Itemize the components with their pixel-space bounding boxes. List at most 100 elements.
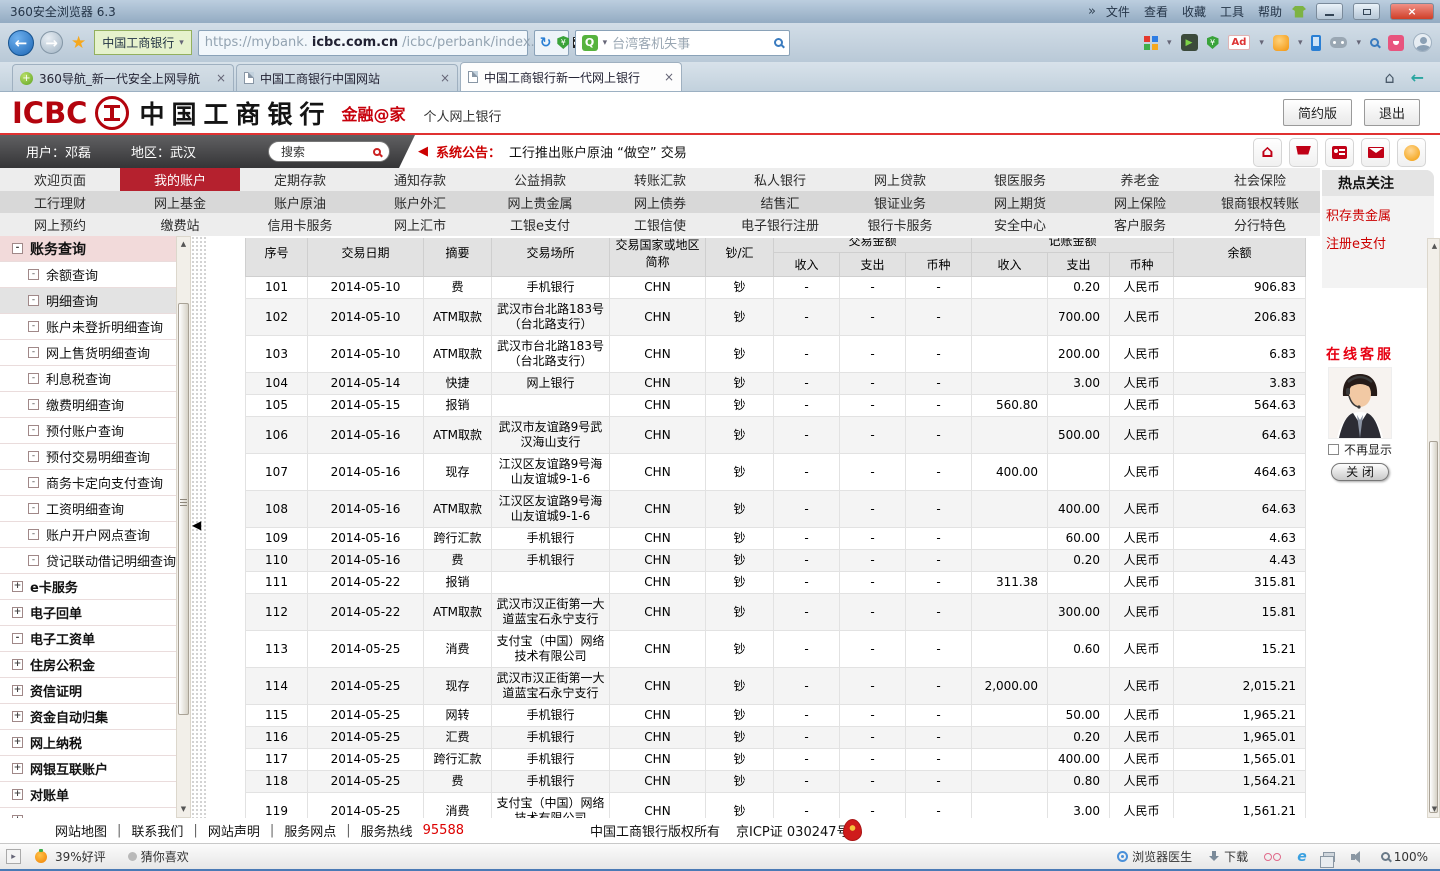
site-rating[interactable]: 39%好评 [35,848,106,865]
transaction-row[interactable]: 102 2014-05-10 ATM取款 武汉市台北路183号（台北路支行） CHN 钞 -… [245,298,1306,336]
browser-tab[interactable]: +360导航_新一代安全上网导航 × [12,64,234,91]
nav-item[interactable]: 网上预约 [0,213,120,236]
expand-icon[interactable]: + [12,763,23,774]
nav-item[interactable]: 账户原油 [240,191,360,213]
expand-icon[interactable]: + [12,685,23,696]
transaction-row[interactable]: 106 2014-05-16 ATM取款 武汉市友谊路9号武汉海山支行 CHN 钞 - - -5… [245,416,1306,454]
skin-icon[interactable] [1292,5,1306,18]
browser-search-box[interactable]: Q ▾ 台湾客机失事 [574,29,790,56]
expand-icon[interactable]: + [12,789,23,800]
nav-item[interactable]: 分行特色 [1200,213,1320,236]
home-button[interactable]: ⌂ [1253,138,1282,167]
zoom-magnifier-icon[interactable] [1370,38,1379,47]
announcement-text[interactable]: 工行推出账户原油 “做空” 交易 [509,142,687,161]
transaction-row[interactable]: 103 2014-05-10 ATM取款 武汉市台北路183号（台北路支行） CHN 钞 -… [245,335,1306,373]
nav-item[interactable]: 养老金 [1080,168,1200,191]
sidebar-item[interactable]: - 缴费明细查询 [0,392,176,418]
download-button[interactable]: 下载 [1208,848,1248,865]
night-mode-icon[interactable] [1264,852,1282,861]
nav-item[interactable]: 网上贵金属 [480,191,600,213]
menubar-item[interactable]: 工具 [1220,3,1244,20]
service-agent-photo[interactable] [1328,367,1392,439]
nav-item[interactable]: 工行理财 [0,191,120,213]
favorites-star-icon[interactable]: ★ [71,33,86,53]
chevron-down-icon[interactable]: ▾ [1356,38,1361,48]
nav-item[interactable]: 我的账户 [120,168,240,191]
gamepad-icon[interactable] [1330,37,1348,48]
refresh-icon[interactable]: ↻ [540,35,552,51]
sidebar-item[interactable]: + 资金自动归集 [0,704,176,730]
scroll-down-icon[interactable]: ▼ [177,803,190,816]
site-search-input[interactable]: 搜索 [268,141,390,162]
forward-button[interactable]: → [40,31,63,54]
menubar-item[interactable]: 文件 [1106,3,1130,20]
service-close-button[interactable]: 关 闭 [1331,463,1389,481]
transaction-row[interactable]: 115 2014-05-25 网转 手机银行 CHN 钞 - - -50.00 人民币 1,965.… [245,704,1306,727]
expand-icon[interactable]: + [12,581,23,592]
browser-tab[interactable]: 中国工商银行中国网站 × [236,64,458,91]
ad-filter-icon[interactable]: Ad [1227,35,1251,50]
transaction-row[interactable]: 113 2014-05-25 消费 支付宝（中国）网络技术有限公司 CHN 钞 - - -0.6… [245,630,1306,668]
collapse-icon[interactable]: - [28,399,39,410]
chevron-down-icon[interactable]: ▾ [1259,38,1264,48]
nav-item[interactable]: 网上基金 [120,191,240,213]
windows-icon[interactable] [1319,851,1335,868]
hotline-number[interactable]: 95588 [423,823,464,838]
scroll-down-icon[interactable]: ▼ [1428,803,1440,816]
sidebar-item[interactable]: - 账户开户网点查询 [0,522,176,548]
collapse-icon[interactable]: - [28,555,39,566]
nav-item[interactable]: 转账汇款 [600,168,720,191]
nav-item[interactable]: 银行卡服务 [840,213,960,236]
footer-link[interactable]: 服务网点 [284,821,336,840]
collapse-icon[interactable]: - [28,425,39,436]
nav-item[interactable]: 通知存款 [360,168,480,191]
chevron-down-icon[interactable]: ▾ [603,38,608,48]
nav-item[interactable]: 银商银权转账 [1200,191,1320,213]
hot-topic-link[interactable]: 积存贵金属 [1326,205,1434,224]
transaction-row[interactable]: 117 2014-05-25 跨行汇款 手机银行 CHN 钞 - - -400.00 人民币 1,5… [245,748,1306,771]
nav-item[interactable]: 缴费站 [120,213,240,236]
scrollbar-thumb[interactable] [178,303,189,715]
collapse-icon[interactable]: - [28,477,39,488]
login-avatar-icon[interactable] [1413,33,1432,52]
transaction-row[interactable]: 104 2014-05-14 快捷 网上银行 CHN 钞 - - -3.00 人民币 3.83 [245,372,1306,395]
transaction-row[interactable]: 101 2014-05-10 费手机银行 CHN 钞 - - -0.20 人民币 906.83 [245,276,1306,299]
expand-icon[interactable]: + [12,737,23,748]
sidebar-item[interactable]: + 对账单 [0,782,176,808]
sidebar-collapse-strip[interactable]: ◀ [191,236,206,818]
collapse-icon[interactable]: - [28,503,39,514]
chevron-down-icon[interactable]: ▾ [1298,38,1303,48]
transaction-row[interactable]: 108 2014-05-16 ATM取款 江汉区友谊路9号海山友谊城9-1-6 CHN 钞… [245,490,1306,528]
dismiss-checkbox[interactable] [1327,444,1339,455]
nav-item[interactable]: 工银e支付 [480,213,600,236]
sidebar-item[interactable]: - 预付交易明细查询 [0,444,176,470]
scroll-up-icon[interactable]: ▲ [1428,240,1440,253]
site-identity-button[interactable]: 中国工商银行 ▾ [94,30,192,55]
logout-button[interactable]: 退出 [1363,99,1420,126]
search-magnifier-icon[interactable] [773,38,783,47]
titlebar[interactable]: 360安全浏览器 6.3 » 文件 查看 收藏 工具 帮助 × [0,0,1440,23]
nav-item[interactable]: 结售汇 [720,191,840,213]
zoom-control[interactable]: 100% [1380,850,1428,864]
suggest-button[interactable]: 猜你喜欢 [127,848,189,865]
nav-item[interactable]: 安全中心 [960,213,1080,236]
nav-item[interactable]: 工银信使 [600,213,720,236]
nav-item[interactable]: 银证业务 [840,191,960,213]
screenshot-icon[interactable] [1388,34,1404,51]
tab-close-icon[interactable]: × [216,71,226,85]
nav-item[interactable]: 信用卡服务 [240,213,360,236]
transaction-row[interactable]: 111 2014-05-22 报销 CHN 钞 - - -311.38 人民币 315.81 [245,571,1306,594]
close-button[interactable]: × [1390,3,1434,20]
expand-icon[interactable]: + [12,659,23,670]
footer-link[interactable]: 网站地图 [55,821,107,840]
menubar-item[interactable]: 查看 [1144,3,1168,20]
simple-version-button[interactable]: 简约版 [1282,99,1352,126]
transaction-row[interactable]: 112 2014-05-22 ATM取款 武汉市汉正街第一大道蓝宝石永宁支行 CHN 钞 -… [245,593,1306,631]
collapse-icon[interactable]: - [12,243,23,254]
nav-item[interactable]: 网上保险 [1080,191,1200,213]
sidebar-item[interactable]: - 利息税查询 [0,366,176,392]
sidebar-item[interactable]: - 账户未登折明细查询 [0,314,176,340]
collapse-icon[interactable]: - [28,451,39,462]
collapse-icon[interactable]: - [28,529,39,540]
customer-service-button[interactable] [1397,138,1426,167]
